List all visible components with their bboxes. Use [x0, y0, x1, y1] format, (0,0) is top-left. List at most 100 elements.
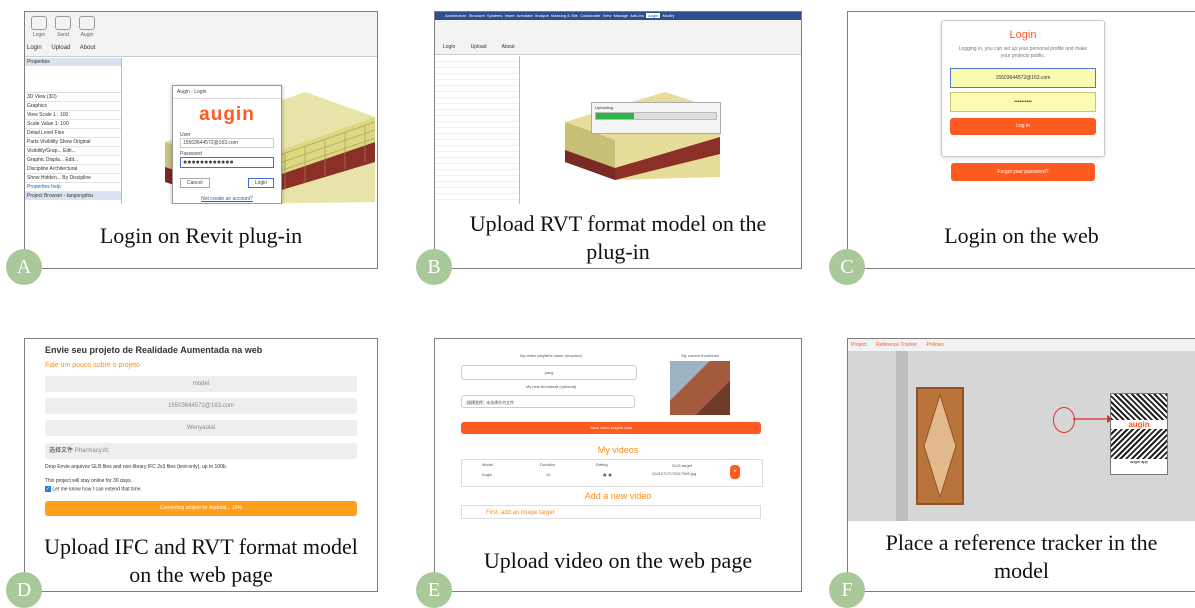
tracker-logo: augin — [1128, 420, 1150, 429]
panel-c: Login Logging in, you can set up your pe… — [847, 11, 1195, 269]
menu-reference-tracker[interactable]: Reference Tracker — [876, 342, 917, 348]
caption-line: on the web page — [129, 562, 273, 587]
prop-row: View Scale 1 : 100 — [25, 111, 121, 120]
target-label: GUS target — [672, 463, 693, 468]
login-button[interactable]: Login — [247, 178, 274, 188]
tab-collaborate[interactable]: Collaborate — [580, 13, 600, 18]
file-name: 未选择任何文件 — [486, 400, 515, 405]
cancel-button[interactable]: Cancel — [180, 178, 210, 188]
prop-row: Visibility/Grap... Edit... — [25, 147, 121, 156]
properties-help-link[interactable]: Properties help — [25, 183, 121, 192]
caption-line: Upload IFC and RVT format model — [44, 534, 358, 559]
properties-panel: Properties 3D View (3D) Graphics View Sc… — [25, 58, 122, 204]
row-model: Augin — [482, 472, 493, 477]
file-input[interactable]: 选择文件 Pharmacy.ifc — [45, 443, 357, 459]
checkbox-icon[interactable]: ✓ — [45, 486, 51, 492]
delete-video-button[interactable]: × — [730, 465, 740, 479]
caption-line: Login on Revit plug-in — [99, 223, 303, 248]
col-rating: Rating — [596, 462, 608, 467]
tracker-pattern-top — [1111, 394, 1167, 420]
target-file: 20210707170017900.jpg — [652, 471, 697, 476]
prop-row: Detail Level Fine — [25, 129, 121, 138]
password-field[interactable]: •••••••••• — [950, 92, 1096, 112]
prop-row: 3D View (3D) — [25, 93, 121, 102]
tab-upload[interactable]: Upload — [51, 45, 70, 51]
model-name-field[interactable]: model — [45, 376, 357, 392]
caption-line: Upload video on the web page — [483, 548, 753, 573]
playlist-name-input[interactable]: yang — [461, 365, 637, 380]
revit-ribbon: Login Upload About — [435, 20, 801, 55]
caption-b: Upload RVT format model on the plug-in — [435, 210, 801, 266]
door-panel — [923, 393, 957, 499]
panel-e: My video playlist's name (required) My c… — [434, 338, 802, 592]
caption-line: Upload RVT format model on the — [469, 211, 767, 236]
login-ribbon-button[interactable]: Login — [27, 16, 51, 38]
row-duration: 12 — [546, 472, 551, 477]
prop-row: Graphic Displa... Edit... — [25, 156, 121, 165]
tracker-placement-screenshot: Project Reference Tracker Policies augin… — [848, 339, 1195, 521]
tab-analyze[interactable]: Analyze — [535, 13, 549, 18]
forgot-password-button[interactable]: Forgot your password? — [951, 163, 1095, 181]
tab-manage[interactable]: Manage — [614, 13, 628, 18]
progress-fill — [596, 113, 635, 119]
playlist-name-label: My video playlist's name (required) — [520, 353, 582, 358]
tab-addins[interactable]: Add-Ins — [630, 13, 644, 18]
prop-row: Discipline Architectural — [25, 165, 121, 174]
tab-insert[interactable]: Insert — [505, 13, 515, 18]
tab-login[interactable]: Login — [27, 45, 42, 51]
tab-systems[interactable]: Systems — [487, 13, 502, 18]
extend-checkbox-row[interactable]: ✓ Let me know how I can extend that time… — [45, 486, 142, 492]
tab-massing[interactable]: Massing & Site — [551, 13, 578, 18]
tab-architecture[interactable]: Architecture — [445, 13, 466, 18]
augin-ribbon-button[interactable]: Augin — [75, 16, 99, 38]
badge-c: C — [829, 249, 865, 285]
web-upload-screenshot: Envie seu projeto de Realidade Aumentada… — [25, 339, 377, 527]
thumbnail-file-input[interactable]: 选择文件 未选择任何文件 — [461, 395, 635, 408]
tab-augin[interactable]: Augin — [646, 13, 661, 18]
dialog-title: Augin - Login — [173, 86, 281, 99]
login-card: Login Logging in, you can set up your pe… — [941, 20, 1105, 157]
caption-c: Login on the web — [848, 222, 1195, 250]
badge-b: B — [416, 249, 452, 285]
menu-project[interactable]: Project — [851, 342, 867, 348]
user-input[interactable]: 15503644572@163.com — [180, 138, 274, 148]
file-button[interactable]: 选择文件 — [49, 448, 73, 454]
tab-structure[interactable]: Structure — [469, 13, 485, 18]
reference-tracker[interactable]: augin augin.app — [1110, 393, 1168, 475]
tracker-tag: augin.app — [1130, 459, 1148, 464]
conversion-progress-button[interactable]: Converting project for Android... 10% — [45, 501, 357, 516]
tab-view[interactable]: View — [603, 13, 612, 18]
prop-row: Parts Visibility Show Original — [25, 138, 121, 147]
ribbon-upload[interactable]: Upload — [471, 44, 487, 50]
row-rating: ★★ — [602, 473, 613, 479]
email-field[interactable]: 15503644572@163.com — [45, 398, 357, 414]
file-button[interactable]: 选择文件 — [465, 400, 485, 405]
tab-annotate[interactable]: Annotate — [517, 13, 533, 18]
col-model: Model — [482, 462, 493, 467]
tab-about[interactable]: About — [80, 45, 96, 51]
new-thumbnail-label: My new thumbnail (optional) — [525, 384, 577, 389]
pointer-arrow-icon — [1073, 415, 1113, 423]
badge-a: A — [6, 249, 42, 285]
send-ribbon-button[interactable]: Send — [51, 16, 75, 38]
door — [916, 387, 964, 505]
revit-login-screenshot: Login Send Augin Login Upload About Prop… — [25, 12, 377, 204]
ribbon-tabs: Login Upload About — [27, 45, 103, 51]
properties-panel — [435, 56, 520, 204]
save-playlist-button[interactable]: Save video playlist data — [461, 422, 761, 434]
project-name-field[interactable]: Wenyaotai — [45, 420, 357, 436]
email-field[interactable]: 15503644572@163.com — [950, 68, 1096, 88]
ribbon-about[interactable]: About — [502, 44, 515, 50]
caption-f: Place a reference tracker in the model — [848, 529, 1195, 585]
ribbon-login[interactable]: Login — [443, 44, 455, 50]
login-button[interactable]: Log in — [950, 118, 1096, 135]
password-input[interactable]: ●●●●●●●●●●●● — [180, 157, 274, 168]
login-title: Login — [1009, 29, 1037, 41]
create-account-link[interactable]: Not create an account? — [180, 196, 274, 202]
menu-policies[interactable]: Policies — [926, 342, 943, 348]
caption-line: Place a reference tracker in the — [885, 530, 1158, 555]
tab-modify[interactable]: Modify — [663, 13, 675, 18]
augin-logo: augin — [199, 104, 255, 125]
revit-ribbon: Login Send Augin Login Upload About — [25, 12, 377, 57]
videos-table: Model Duration Rating Augin 12 ★★ GUS ta… — [461, 459, 763, 487]
